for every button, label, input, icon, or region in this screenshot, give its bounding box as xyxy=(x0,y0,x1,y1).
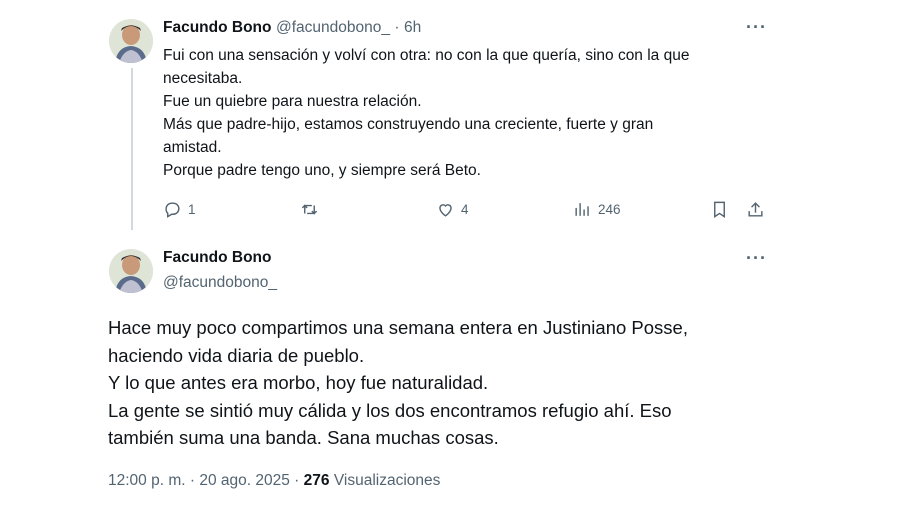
reply-count: 1 xyxy=(188,202,196,217)
more-icon[interactable]: ··· xyxy=(746,17,767,38)
text-line: Porque padre tengo uno, y siempre será B… xyxy=(163,162,481,179)
author-handle[interactable]: @facundobono_ xyxy=(163,274,277,292)
avatar[interactable] xyxy=(109,19,153,63)
text-line: haciendo vida diaria de pueblo. xyxy=(108,344,365,366)
tweet-time[interactable]: 12:00 p. m. xyxy=(108,472,186,489)
avatar[interactable] xyxy=(109,249,153,293)
thread-line xyxy=(131,68,133,230)
tweet-text: Hace muy poco compartimos una semana ent… xyxy=(108,314,808,452)
like-icon xyxy=(439,204,452,217)
separator: · xyxy=(189,472,196,489)
reply-button[interactable]: 1 xyxy=(163,200,196,219)
avatar-image xyxy=(109,249,153,293)
tweet-date[interactable]: 20 ago. 2025 xyxy=(199,472,290,489)
bookmark-button[interactable] xyxy=(710,200,729,219)
reply-header: Facundo Bono @facundobono_ · 6h xyxy=(163,19,421,37)
tweet-time[interactable]: 6h xyxy=(404,19,421,36)
share-button[interactable] xyxy=(746,200,765,219)
bookmark-icon xyxy=(714,201,725,218)
author-handle[interactable]: @facundobono_ xyxy=(276,19,390,36)
separator: · xyxy=(294,472,300,489)
separator: · xyxy=(394,19,400,36)
views-count: 276 xyxy=(303,472,330,489)
action-bar: 1 4 246 xyxy=(163,200,773,222)
text-line: necesitaba. xyxy=(163,70,243,87)
views-label: Visualizaciones xyxy=(333,472,441,489)
retweet-button[interactable] xyxy=(300,200,319,219)
like-button[interactable]: 4 xyxy=(436,200,469,219)
text-line: Más que padre-hijo, estamos construyendo… xyxy=(163,116,654,133)
tweet-meta: 12:00 p. m. · 20 ago. 2025 · 276 Visuali… xyxy=(108,472,440,490)
text-line: amistad. xyxy=(163,139,222,156)
views-button[interactable]: 246 xyxy=(573,200,621,219)
author-name[interactable]: Facundo Bono xyxy=(163,19,272,36)
more-icon[interactable]: ··· xyxy=(746,248,767,269)
text-line: Y lo que antes era morbo, hoy fue natura… xyxy=(108,372,489,393)
reply-icon xyxy=(165,202,180,218)
views-icon xyxy=(575,203,589,216)
avatar-image xyxy=(109,19,153,63)
text-line: Fui con una sensación y volví con otra: … xyxy=(163,47,690,64)
text-line: La gente se sintió muy cálida y los dos … xyxy=(108,399,672,421)
text-line: Fue un quiebre para nuestra relación. xyxy=(163,93,422,110)
retweet-icon xyxy=(301,204,318,215)
author-name[interactable]: Facundo Bono xyxy=(163,249,272,267)
share-icon xyxy=(748,202,763,217)
text-line: también suma una banda. Sana muchas cosa… xyxy=(108,427,499,448)
reply-text: Fui con una sensación y volví con otra: … xyxy=(163,44,783,182)
views-count: 246 xyxy=(598,202,621,217)
like-count: 4 xyxy=(461,202,469,217)
text-line: Hace muy poco compartimos una semana ent… xyxy=(108,317,688,338)
